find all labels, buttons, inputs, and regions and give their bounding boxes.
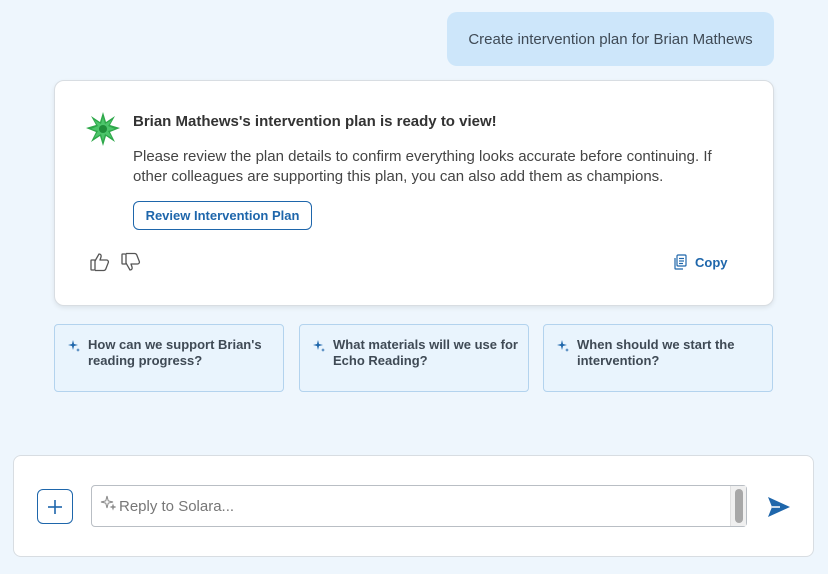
add-attachment-button[interactable] xyxy=(37,489,73,524)
thumbs-up-icon[interactable] xyxy=(89,251,111,273)
copy-label: Copy xyxy=(695,254,728,270)
scrollbar-thumb[interactable] xyxy=(735,489,743,523)
sparkle-icon xyxy=(68,340,80,352)
suggestion-text: How can we support Brian's reading progr… xyxy=(88,337,262,368)
review-intervention-plan-button[interactable]: Review Intervention Plan xyxy=(133,201,312,230)
chat-page: Create intervention plan for Brian Mathe… xyxy=(0,0,828,574)
suggested-prompts: How can we support Brian's reading progr… xyxy=(54,324,774,392)
user-message-bubble: Create intervention plan for Brian Mathe… xyxy=(447,12,774,66)
sparkle-icon xyxy=(557,340,569,352)
suggestion-text: When should we start the intervention? xyxy=(577,337,735,368)
thumbs-down-icon[interactable] xyxy=(120,251,142,273)
suggestion-text: What materials will we use for Echo Read… xyxy=(333,337,518,368)
assistant-body: Please review the plan details to confir… xyxy=(133,148,712,185)
reply-scrollbar[interactable] xyxy=(730,486,746,526)
suggestion-chip[interactable]: How can we support Brian's reading progr… xyxy=(54,324,284,392)
user-message-text: Create intervention plan for Brian Mathe… xyxy=(468,30,753,48)
sparkle-icon xyxy=(100,495,116,511)
assistant-title: Brian Mathews's intervention plan is rea… xyxy=(133,113,497,130)
send-icon[interactable] xyxy=(766,494,792,520)
reply-field xyxy=(91,485,747,527)
solara-star-icon xyxy=(86,112,120,146)
copy-icon xyxy=(674,254,687,270)
suggestion-chip[interactable]: When should we start the intervention? xyxy=(543,324,773,392)
sparkle-icon xyxy=(313,340,325,352)
plus-icon xyxy=(48,499,62,514)
copy-button[interactable]: Copy xyxy=(673,251,728,273)
reply-composer xyxy=(13,455,814,557)
assistant-response-card: Brian Mathews's intervention plan is rea… xyxy=(54,80,774,306)
reply-input[interactable] xyxy=(119,486,729,526)
suggestion-chip[interactable]: What materials will we use for Echo Read… xyxy=(299,324,529,392)
